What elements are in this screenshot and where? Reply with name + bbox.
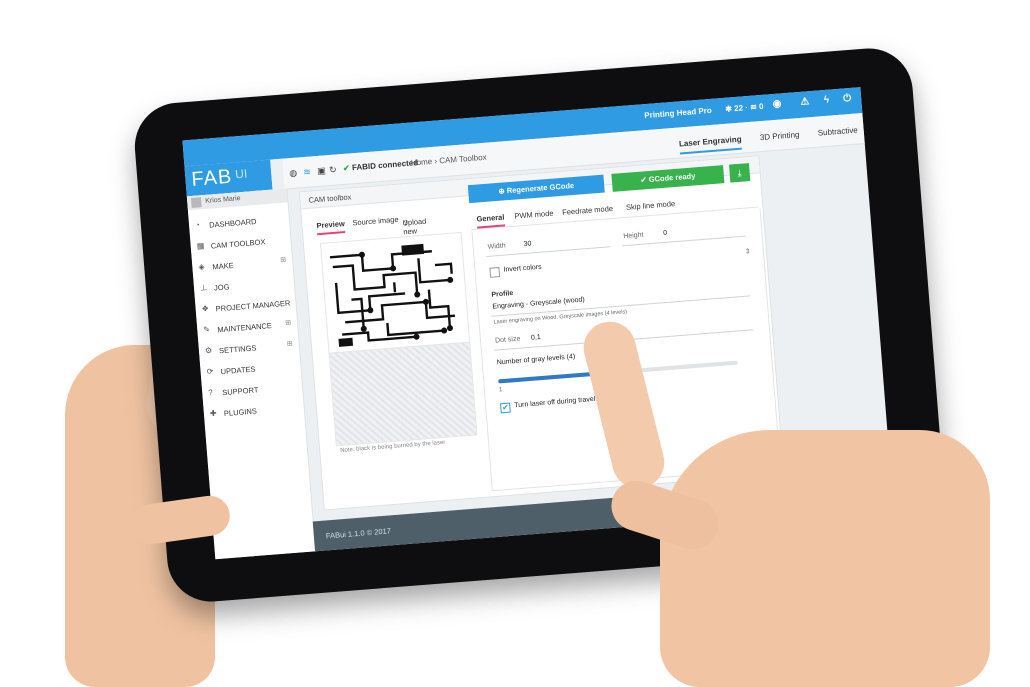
sidebar-item-label: UPDATES [220,364,256,377]
tab-preview[interactable]: Preview [316,219,346,236]
tab-pwm-mode[interactable]: PWM mode [514,209,554,221]
cam-icon: ▦ [196,241,205,251]
invert-colors-checkbox[interactable] [489,267,501,278]
tab-general[interactable]: General [476,212,506,229]
head-label: Printing Head Pro [643,105,713,121]
gear-icon: ⚙ [204,345,213,356]
tab-subtractive[interactable]: Subtractive [817,125,858,141]
tab-laser-engraving[interactable]: Laser Engraving [678,134,743,155]
pcb-image [325,237,463,350]
support-icon: ? [207,387,214,398]
sidebar-item-label: DASHBOARD [208,216,257,230]
preview-placeholder [328,341,478,447]
flash-icon[interactable]: ϟ [824,95,830,106]
sidebar-item-label: PROJECT MANAGER [215,298,291,314]
download-button[interactable]: ⤓ [729,163,751,183]
width-label: Width [487,242,506,251]
dot-size-label: Dot size [494,335,521,345]
power-icon[interactable]: ⏻ [843,93,852,105]
sidebar-item-label: SUPPORT [221,385,259,398]
sidebar-item-label: MAKE [212,260,234,272]
temperature-readout: ✱ 22 · ≋ 0 [724,101,764,114]
wrench-icon: ✎ [202,324,211,335]
width-field[interactable]: 30 [523,240,531,248]
tab-3d-printing[interactable]: 3D Printing [760,130,800,146]
gamepad-icon[interactable]: ◉ [772,98,782,110]
sidebar-item-label: JOG [213,282,230,293]
fabid-label: FABID connected [351,158,419,173]
project-icon: ❖ [201,303,210,314]
dot-size-field[interactable]: 0,1 [531,334,541,342]
breadcrumb[interactable]: Home › CAM Toolbox [411,153,487,168]
sidebar-item-label: MAINTENANCE [217,321,273,335]
gray-levels-min: 1 [498,387,503,394]
jog-icon: ⊥ [199,283,208,293]
logo-ui: UI [234,166,248,182]
pcb-preview-image [319,231,471,355]
lock-icon[interactable]: ▣ [317,165,326,177]
plugin-icon: ✚ [209,408,217,419]
sidebar-item-label: CAM TOOLBOX [210,237,266,251]
warning-icon[interactable]: ⚠ [800,96,810,108]
avatar [190,197,202,208]
tab-feedrate-mode[interactable]: Feedrate mode [562,204,613,217]
height-field[interactable]: 0 [663,230,667,237]
refresh-icon[interactable]: ↻ [329,164,337,176]
invert-colors-label: Invert colors [503,263,542,274]
height-label: Height [623,231,644,241]
dashboard-icon: ◔ [194,220,201,230]
laser-off-checkbox[interactable]: ✔ [500,402,511,414]
tab-skip-line-mode[interactable]: Skip line mode [626,199,676,212]
regenerate-label: Regenerate GCode [506,180,575,196]
updates-icon: ⟳ [206,366,214,377]
make-icon: ◈ [198,262,205,272]
sidebar-menu: ◔ DASHBOARD ▦ CAM TOOLBOX ◈ MAKE ⊞ ⊥ JOG ❖ PRO… [188,208,304,425]
download-icon: ⤓ [737,167,743,179]
preview-tabs: Preview Source image ⇪ Upload new file [316,205,467,245]
panel-title: CAM toolbox [308,192,352,205]
footer-text: FABui 1.1.0 © 2017 [325,526,392,541]
logo-fab: FAB [190,165,234,191]
gcode-ready-label: GCode ready [648,171,696,185]
user-name: Krios Marie [204,195,241,205]
profile-label: Profile [491,290,514,299]
fabid-status: ✔ FABID connected [342,158,419,173]
expand-icon: ⊞ [280,256,287,265]
sidebar-item-label: SETTINGS [218,343,257,356]
gray-levels-label: Number of gray levels (4) [496,353,576,367]
sidebar-item-label: PLUGINS [223,406,258,419]
right-hand [660,430,990,687]
globe-icon[interactable]: ◍ [289,168,298,180]
expand-icon: ⊞ [284,319,292,327]
expand-icon: ⊞ [286,340,293,348]
wifi-icon[interactable]: ≋ [303,167,311,179]
photo-scene: Printing Head Pro ✱ 22 · ≋ 0 ◉ ⚠ ϟ ⏻ FAB… [0,0,1030,687]
sort-icon[interactable]: ⇕ [745,247,751,255]
tab-source-image[interactable]: Source image [352,215,399,228]
